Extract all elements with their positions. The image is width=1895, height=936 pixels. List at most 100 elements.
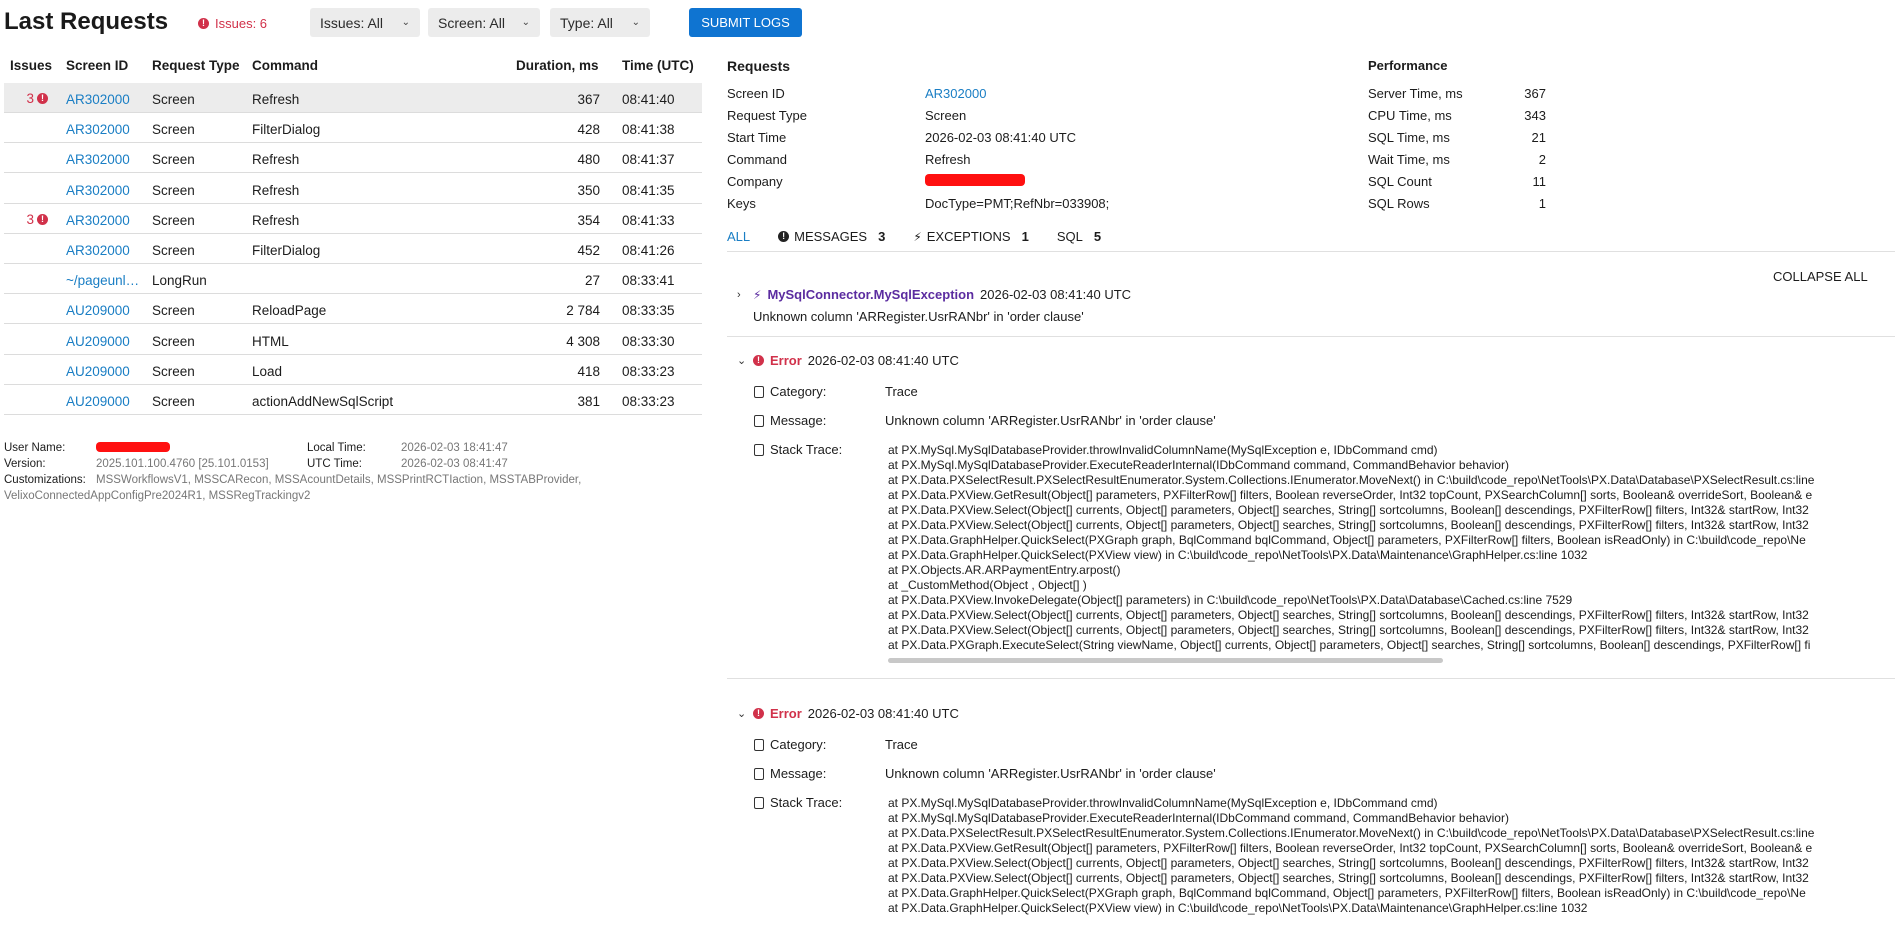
column-header-command[interactable]: Command	[252, 58, 318, 73]
row-screen[interactable]: AR302000	[66, 213, 144, 228]
table-row[interactable]: AU209000 Screen ReloadPage 2 784 08:33:35	[4, 294, 702, 325]
row-type: Screen	[152, 243, 195, 258]
request-field-value: Screen	[925, 108, 967, 123]
screen-filter-label: Screen: All	[438, 14, 505, 31]
divider	[727, 251, 1895, 252]
tab-all[interactable]: ALL	[727, 229, 750, 244]
requests-section-title: Requests	[727, 58, 791, 74]
row-issues: 3!	[4, 91, 48, 106]
row-duration: 418	[577, 363, 600, 379]
column-header-request-type[interactable]: Request Type	[152, 58, 240, 73]
tab-exceptions[interactable]: ⚡︎ EXCEPTIONS 1	[913, 229, 1028, 244]
error-entry-header[interactable]: ⌄! Error 2026-02-03 08:41:40 UTC	[737, 706, 959, 721]
stack-trace: at PX.MySql.MySqlDatabaseProvider.throwI…	[888, 443, 1815, 652]
row-time: 08:33:23	[622, 394, 675, 409]
lightning-icon: ⚡︎	[753, 287, 762, 302]
table-row[interactable]: 3! AR302000 Screen Refresh 367 08:41:40	[4, 83, 702, 113]
detail-label-text: Stack Trace:	[770, 795, 843, 810]
row-command: FilterDialog	[252, 243, 321, 258]
performance-field-label: Server Time, ms	[1368, 86, 1463, 101]
detail-label-text: Message:	[770, 413, 827, 428]
table-row[interactable]: AR302000 Screen Refresh 350 08:41:35	[4, 174, 702, 204]
performance-field-value: 367	[1524, 86, 1546, 101]
exception-entry-header[interactable]: › ⚡︎ MySqlConnector.MySqlException 2026-…	[737, 287, 1131, 302]
divider	[727, 678, 1895, 679]
row-time: 08:41:26	[622, 243, 675, 258]
detail-value: Unknown column 'ARRegister.UsrRANbr' in …	[885, 766, 1216, 781]
log-tabs: ALL ! MESSAGES 3 ⚡︎ EXCEPTIONS 1 SQL 5	[727, 229, 1129, 244]
version-value: 2025.101.100.4760 [25.101.0153]	[96, 458, 269, 470]
table-row[interactable]: AR302000 Screen Refresh 480 08:41:37	[4, 143, 702, 174]
column-header-duration[interactable]: Duration, ms	[516, 58, 599, 73]
error-entry-header[interactable]: ⌄! Error 2026-02-03 08:41:40 UTC	[737, 353, 959, 368]
table-row[interactable]: AU209000 Screen Load 418 08:33:23	[4, 355, 702, 385]
row-screen[interactable]: AR302000	[66, 122, 144, 137]
request-field-value: Refresh	[925, 152, 971, 167]
row-screen[interactable]: AU209000	[66, 334, 144, 349]
row-screen[interactable]: AU209000	[66, 364, 144, 379]
error-icon: !	[37, 213, 48, 225]
local-time-value: 2026-02-03 18:41:47	[401, 442, 508, 454]
row-type: LongRun	[152, 273, 207, 289]
submit-logs-button[interactable]: SUBMIT LOGS	[689, 8, 802, 37]
row-type: Screen	[152, 122, 195, 138]
document-icon	[754, 415, 764, 427]
column-header-issues[interactable]: Issues	[10, 58, 52, 73]
chevron-down-icon: ⌄	[521, 17, 530, 28]
detail-label: Stack Trace:	[754, 795, 842, 810]
issues-filter-dropdown[interactable]: Issues: All ⌄	[310, 8, 420, 37]
exception-time: 2026-02-03 08:41:40 UTC	[980, 287, 1132, 302]
issues-badge[interactable]: ! Issues: 6	[198, 16, 267, 31]
document-icon	[754, 768, 764, 780]
row-screen[interactable]: AU209000	[66, 303, 144, 318]
lightning-icon: ⚡︎	[913, 229, 922, 244]
row-command: Refresh	[252, 92, 300, 107]
detail-label-text: Category:	[770, 737, 827, 752]
tab-messages[interactable]: ! MESSAGES 3	[778, 229, 885, 244]
row-screen[interactable]: AR302000	[66, 183, 144, 198]
table-row[interactable]: AR302000 Screen FilterDialog 428 08:41:38	[4, 113, 702, 144]
detail-label-text: Category:	[770, 384, 827, 399]
type-filter-label: Type: All	[560, 14, 613, 31]
row-screen[interactable]: ~/pageunl…	[66, 273, 144, 288]
performance-field-label: SQL Count	[1368, 174, 1432, 189]
row-duration: 428	[577, 122, 600, 138]
row-screen[interactable]: AU209000	[66, 394, 144, 409]
tab-sql[interactable]: SQL 5	[1057, 229, 1101, 244]
tab-all-label: ALL	[727, 229, 751, 244]
horizontal-scrollbar[interactable]	[888, 658, 1443, 663]
table-row[interactable]: 3! AR302000 Screen Refresh 354 08:41:33	[4, 204, 702, 234]
detail-label: Message:	[754, 413, 826, 428]
type-filter-dropdown[interactable]: Type: All ⌄	[550, 8, 650, 37]
performance-field-label: CPU Time, ms	[1368, 108, 1452, 123]
tab-messages-label: MESSAGES	[794, 229, 868, 244]
version-label: Version:	[4, 458, 46, 470]
column-header-time[interactable]: Time (UTC)	[622, 58, 694, 73]
tab-sql-count: 5	[1093, 229, 1102, 244]
performance-field-value: 11	[1532, 174, 1547, 189]
tab-exceptions-label: EXCEPTIONS	[926, 229, 1011, 244]
error-time: 2026-02-03 08:41:40 UTC	[807, 353, 959, 368]
collapse-all-button[interactable]: COLLAPSE ALL	[1773, 269, 1868, 284]
screen-filter-dropdown[interactable]: Screen: All ⌄	[428, 8, 540, 37]
row-time: 08:41:35	[622, 182, 675, 198]
row-time: 08:41:33	[622, 212, 675, 228]
row-duration: 452	[577, 243, 600, 258]
row-type: Screen	[152, 363, 195, 379]
table-row[interactable]: AU209000 Screen actionAddNewSqlScript 381 08…	[4, 385, 702, 415]
table-row[interactable]: AR302000 Screen FilterDialog 452 08:41:26	[4, 234, 702, 264]
table-row[interactable]: ~/pageunl… LongRun 27 08:33:41	[4, 264, 702, 295]
performance-field-label: SQL Time, ms	[1368, 130, 1450, 145]
detail-label: Category:	[754, 384, 826, 399]
row-type: Screen	[152, 92, 195, 107]
row-screen[interactable]: AR302000	[66, 92, 144, 107]
row-screen[interactable]: AR302000	[66, 243, 144, 258]
table-row[interactable]: AU209000 Screen HTML 4 308 08:33:30	[4, 325, 702, 355]
row-command: ReloadPage	[252, 303, 327, 319]
row-issues: 3!	[4, 212, 48, 227]
detail-label: Stack Trace:	[754, 442, 842, 457]
column-header-screen-id[interactable]: Screen ID	[66, 58, 128, 73]
performance-field-value: 21	[1531, 130, 1546, 145]
row-screen[interactable]: AR302000	[66, 152, 144, 167]
request-field-value[interactable]: AR302000	[925, 86, 986, 101]
